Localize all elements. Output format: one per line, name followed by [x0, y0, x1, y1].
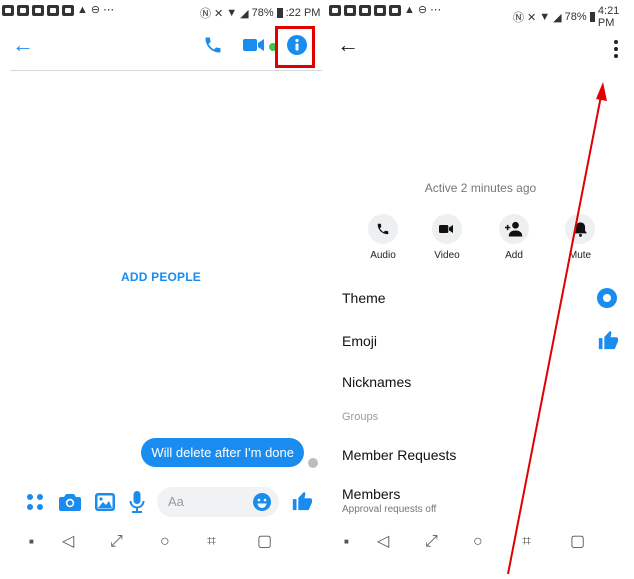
- groups-section-header: Groups: [342, 411, 379, 423]
- notification-icon: [17, 5, 29, 16]
- microphone-icon[interactable]: [129, 491, 145, 513]
- notification-icons: ▲ ⊖ ⋯: [329, 5, 441, 16]
- video-icon: [432, 214, 462, 244]
- notification-icon: [47, 5, 59, 16]
- battery-icon: [589, 12, 595, 22]
- square-dot-icon[interactable]: ■: [29, 528, 34, 556]
- more-notifications-icon: ⋯: [430, 4, 442, 16]
- more-options-icon[interactable]: [614, 40, 618, 61]
- warning-icon: ▲: [404, 4, 415, 16]
- split-screen-icon[interactable]: ⌗: [207, 528, 216, 556]
- lock-icon: ⊖: [417, 4, 428, 16]
- split-screen-icon[interactable]: ⌗: [522, 528, 531, 556]
- mute-icon: ✕: [214, 7, 224, 20]
- highlight-box: [275, 26, 315, 68]
- battery-percent: 78%: [251, 7, 274, 19]
- battery-icon: [276, 8, 283, 18]
- phone-icon: [368, 214, 398, 244]
- emoji-icon[interactable]: [253, 493, 271, 511]
- lock-icon: ⊖: [90, 4, 101, 16]
- screenshot-icon[interactable]: ⤢: [110, 528, 123, 556]
- notification-icon: [2, 5, 14, 16]
- active-status-text: Active 2 minutes ago: [424, 181, 537, 195]
- thumbs-up-icon[interactable]: [291, 490, 313, 512]
- conversation-header: ←: [0, 22, 322, 70]
- notification-icon: [389, 5, 401, 16]
- nicknames-setting[interactable]: Nicknames: [342, 374, 411, 390]
- status-bar: ▲ ⊖ ⋯ Ⓝ ✕ ▼ ◢ 78% 4:21 PM: [327, 0, 634, 29]
- status-bar: ▲ ⊖ ⋯ Ⓝ ✕ ▼ ◢ 78% :22 PM: [0, 0, 322, 22]
- audio-call-action[interactable]: Audio: [358, 214, 408, 261]
- screenshot-icon[interactable]: ⤢: [425, 528, 438, 556]
- phone-icon[interactable]: [203, 35, 223, 55]
- nav-home-icon[interactable]: ○: [473, 528, 483, 556]
- seen-indicator-icon: [308, 458, 318, 468]
- video-camera-icon[interactable]: [243, 37, 267, 53]
- bell-icon: [565, 214, 595, 244]
- conversation-details-screen: ▲ ⊖ ⋯ Ⓝ ✕ ▼ ◢ 78% 4:21 PM ← Active 2 min…: [327, 0, 634, 579]
- members-subtitle: Approval requests off: [342, 504, 437, 515]
- nav-back-icon[interactable]: ◁: [62, 528, 74, 556]
- add-person-action[interactable]: Add: [489, 214, 539, 261]
- nav-recents-icon[interactable]: ▢: [570, 528, 585, 556]
- notification-icon: [344, 5, 356, 16]
- nav-back-icon[interactable]: ◁: [377, 528, 389, 556]
- notification-icon: [32, 5, 44, 16]
- nav-recents-icon[interactable]: ▢: [257, 528, 272, 556]
- notification-icon: [374, 5, 386, 16]
- gallery-icon[interactable]: [95, 493, 115, 511]
- action-label: Add: [505, 250, 523, 261]
- video-call-action[interactable]: Video: [422, 214, 472, 261]
- message-input-placeholder: Aa: [168, 494, 184, 509]
- notification-icon: [329, 5, 341, 16]
- back-arrow-icon[interactable]: ←: [12, 33, 34, 57]
- back-arrow-icon[interactable]: ←: [337, 33, 359, 57]
- notification-icons: ▲ ⊖ ⋯: [2, 5, 114, 16]
- signal-icon: ◢: [240, 7, 249, 20]
- mute-action[interactable]: Mute: [555, 214, 605, 261]
- action-label: Audio: [370, 250, 396, 261]
- add-person-icon: [499, 214, 529, 244]
- emoji-setting[interactable]: Emoji: [342, 333, 377, 349]
- warning-icon: ▲: [77, 4, 88, 16]
- apps-grid-icon[interactable]: [26, 493, 44, 511]
- message-bubble[interactable]: Will delete after I'm done: [141, 438, 304, 467]
- members-setting[interactable]: Members: [342, 486, 400, 502]
- wifi-icon: ▼: [226, 7, 238, 19]
- action-label: Mute: [568, 250, 592, 261]
- notification-icon: [359, 5, 371, 16]
- theme-setting[interactable]: Theme: [342, 290, 386, 306]
- nav-home-icon[interactable]: ○: [160, 528, 170, 556]
- camera-icon[interactable]: [59, 493, 81, 511]
- details-header: ←: [327, 22, 634, 70]
- message-input[interactable]: Aa: [157, 487, 279, 517]
- notification-icon: [62, 5, 74, 16]
- header-divider: [10, 70, 322, 71]
- member-requests-setting[interactable]: Member Requests: [342, 447, 456, 463]
- thumbs-up-icon[interactable]: [597, 329, 619, 351]
- square-dot-icon[interactable]: ■: [344, 528, 349, 556]
- clock: :22 PM: [285, 7, 321, 19]
- action-label: Video: [434, 250, 460, 261]
- theme-icon[interactable]: [597, 288, 617, 308]
- system-navigation-bar: ■ ◁ ⤢ ○ ⌗ ▢: [0, 528, 322, 556]
- message-composer: Aa: [0, 484, 322, 520]
- nfc-icon: Ⓝ: [200, 8, 211, 20]
- more-notifications-icon: ⋯: [103, 4, 115, 16]
- system-navigation-bar: ■ ◁ ⤢ ○ ⌗ ▢: [327, 528, 634, 556]
- status-right: Ⓝ ✕ ▼ ◢ 78% :22 PM: [200, 5, 320, 21]
- add-people-link[interactable]: ADD PEOPLE: [0, 270, 322, 284]
- conversation-screen: ▲ ⊖ ⋯ Ⓝ ✕ ▼ ◢ 78% :22 PM ← ADD PEOPLE Wi…: [0, 0, 322, 579]
